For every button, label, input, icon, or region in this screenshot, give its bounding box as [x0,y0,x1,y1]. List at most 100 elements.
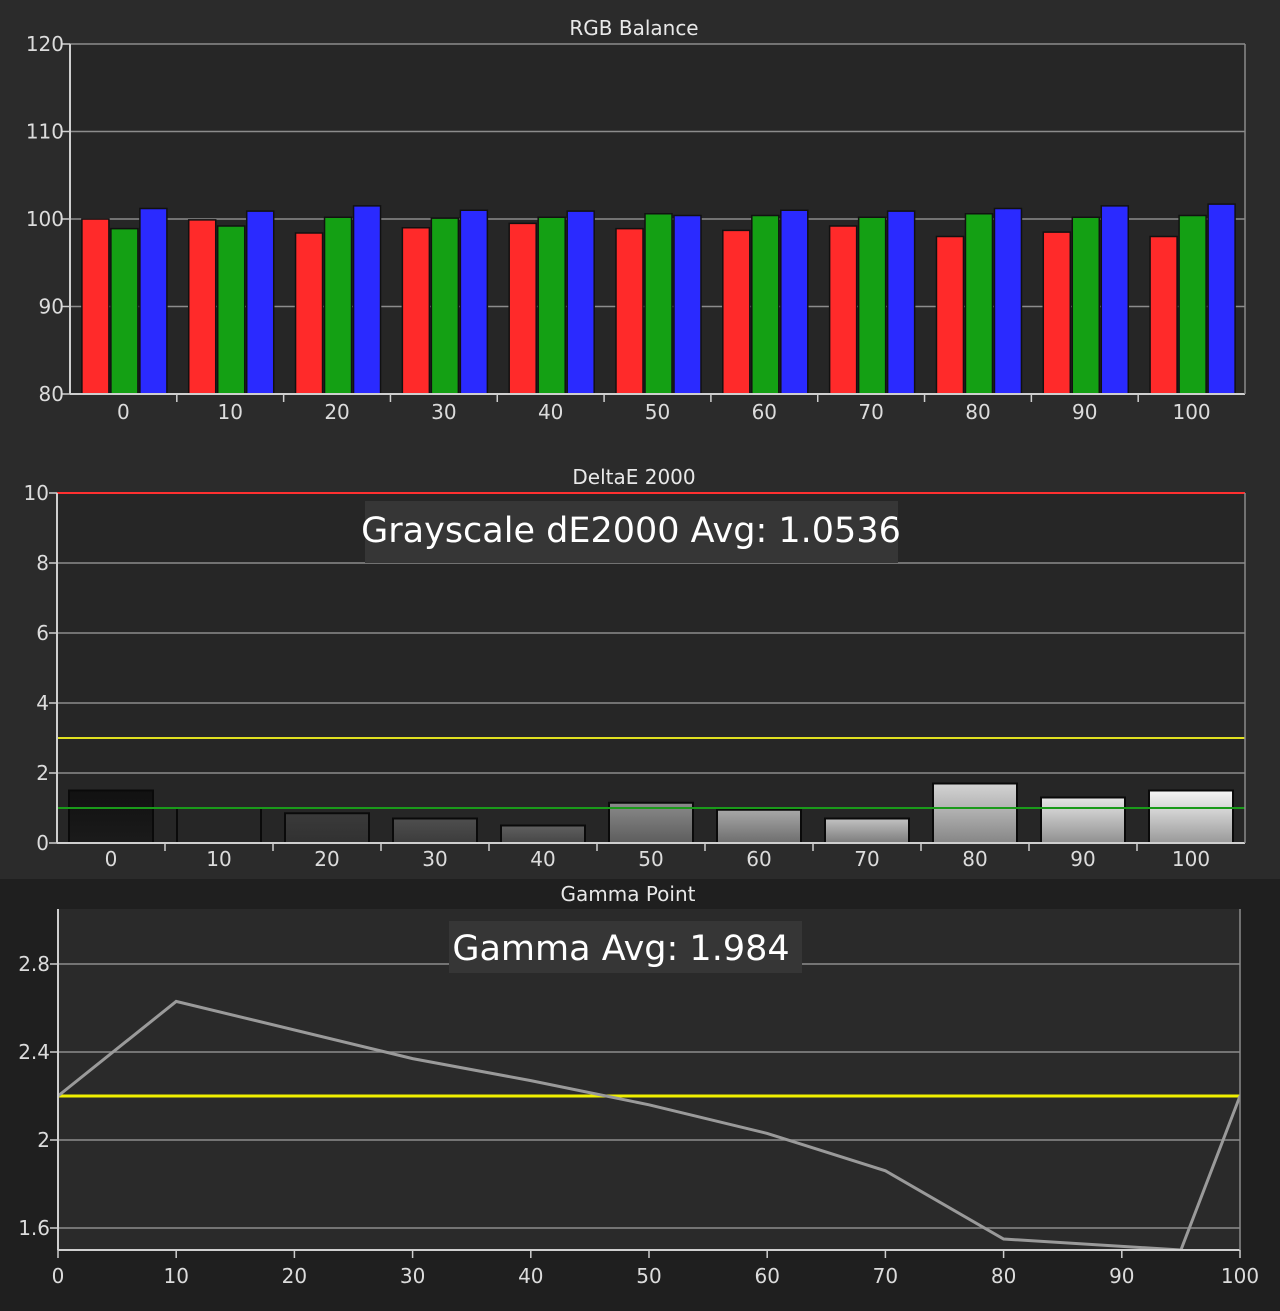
deltae-bar [716,808,802,844]
gamma-x-tick-label: 100 [1221,1264,1259,1288]
rgb-balance-bar [673,214,702,395]
gamma-x-tick-label: 60 [754,1264,779,1288]
rgb-balance-x-tick-label: 60 [752,400,777,424]
rgb-balance-bar [1071,216,1101,395]
gamma-y-tick-label: 2.4 [18,1040,50,1064]
gamma-x-tick-label: 90 [1109,1264,1134,1288]
rgb-balance-bar [886,210,916,395]
gamma-x-tick-label: 10 [163,1264,188,1288]
rgb-balance-bar [430,217,460,395]
deltae-bar [284,812,370,844]
gamma-y-tick-label: 2.8 [18,952,50,976]
deltae-y-tick-label: 8 [36,551,49,575]
deltae-average-label: Grayscale dE2000 Avg: 1.0536 [361,511,901,551]
rgb-balance-bar [187,219,217,395]
gamma-x-tick-label: 0 [52,1264,65,1288]
deltae-y-tick-label: 0 [36,831,49,855]
rgb-balance-x-tick-label: 50 [645,400,670,424]
rgb-balance-bar [964,213,994,395]
deltae-bar [824,817,910,844]
deltae-bar [176,807,262,844]
rgb-balance-bar [1100,205,1130,395]
rgb-balance-x-tick-label: 30 [431,400,456,424]
deltae-x-tick-label: 10 [206,847,231,871]
gamma-average-label: Gamma Avg: 1.984 [452,929,789,969]
rgb-balance-bar [566,210,595,395]
rgb-balance-bar [644,213,673,395]
rgb-balance-bar [615,227,644,395]
charts-canvas: RGB Balance 80901001101200 10 20 30 40 50 60 70… [0,0,1280,1311]
rgb-balance-bar [1207,203,1236,395]
deltae-bar [392,817,478,844]
deltae-x-tick-label: 30 [422,847,447,871]
rgb-balance-bar [81,218,110,395]
rgb-balance-bar [780,209,809,395]
rgb-balance-y-tick-label: 120 [26,32,64,56]
rgb-balance-x-tick-label: 100 [1172,400,1210,424]
deltae-bar [500,824,586,844]
gamma-x-tick-label: 70 [873,1264,898,1288]
rgb-balance-bar [857,216,887,395]
rgb-balance-bars [81,203,1236,395]
rgb-balance-bar [751,214,780,395]
deltae-x-tick-label: 100 [1172,847,1210,871]
deltae-chart: DeltaE 2000 02468100 10 20 30 40 50 60 70 80 90 10… [24,465,1246,871]
gamma-x-tick-label: 40 [518,1264,543,1288]
rgb-balance-bar [352,205,382,395]
rgb-balance-bar [294,232,324,395]
deltae-x-tick-label: 40 [530,847,555,871]
deltae-y-tick-label: 10 [24,481,49,505]
rgb-balance-bar [110,227,139,395]
rgb-balance-bar [323,216,353,395]
rgb-balance-y-tick-label: 90 [39,295,64,319]
rgb-balance-x-tick-label: 90 [1072,400,1097,424]
deltae-x-tick-label: 90 [1070,847,1095,871]
rgb-balance-x-tick-label: 20 [324,400,349,424]
rgb-balance-bar [935,235,965,395]
rgb-balance-x-tick-label: 70 [858,400,883,424]
gamma-x-tick-label: 80 [991,1264,1016,1288]
gamma-y-tick-label: 2 [37,1128,50,1152]
rgb-balance-bar [245,210,275,395]
gamma-chart: Gamma Point 1.6 2 2.4 2.8 0 10 20 30 40 50 60 70 80 9… [0,879,1280,1311]
rgb-balance-bar [459,209,489,395]
deltae-bar [932,782,1018,844]
rgb-balance-bar [993,207,1023,395]
deltae-y-tick-label: 4 [36,691,49,715]
gamma-x-tick-label: 20 [282,1264,307,1288]
rgb-balance-x-tick-label: 0 [117,400,130,424]
rgb-balance-bar [508,222,537,395]
rgb-balance-y-tick-label: 110 [26,120,64,144]
deltae-x-tick-label: 50 [638,847,663,871]
gamma-title: Gamma Point [561,882,696,906]
rgb-balance-x-tick-label: 40 [538,400,563,424]
deltae-title: DeltaE 2000 [572,465,695,489]
gamma-x-tick-label: 30 [400,1264,425,1288]
rgb-balance-x-tick-label: 10 [218,400,243,424]
rgb-balance-bar [139,207,168,395]
deltae-y-tick-label: 2 [36,761,49,785]
rgb-balance-bar [828,225,858,395]
deltae-x-tick-label: 20 [314,847,339,871]
rgb-balance-y-tick-label: 80 [39,382,64,406]
rgb-balance-bar [216,225,246,395]
rgb-balance-y-tick-label: 100 [26,207,64,231]
rgb-balance-bar [401,227,431,395]
deltae-bar [1148,789,1234,844]
gamma-x-tick-label: 50 [636,1264,661,1288]
deltae-x-tick-label: 80 [962,847,987,871]
rgb-balance-bar [537,216,566,395]
deltae-x-tick-label: 60 [746,847,771,871]
rgb-balance-x-tick-label: 80 [965,400,990,424]
rgb-balance-bar [1149,235,1178,395]
rgb-balance-bar [722,229,751,395]
deltae-bar [68,789,154,844]
rgb-balance-chart: RGB Balance 80 90 100 110 120 0 10 20 30 40 50 60 70… [0,0,1280,440]
rgb-balance-title: RGB Balance [569,16,698,40]
deltae-y-tick-label: 6 [36,621,49,645]
gamma-y-tick-label: 1.6 [18,1216,50,1240]
deltae-x-tick-label: 0 [105,847,118,871]
deltae-bar [1040,796,1126,844]
rgb-balance-bar [1178,214,1207,395]
deltae-x-tick-label: 70 [854,847,879,871]
